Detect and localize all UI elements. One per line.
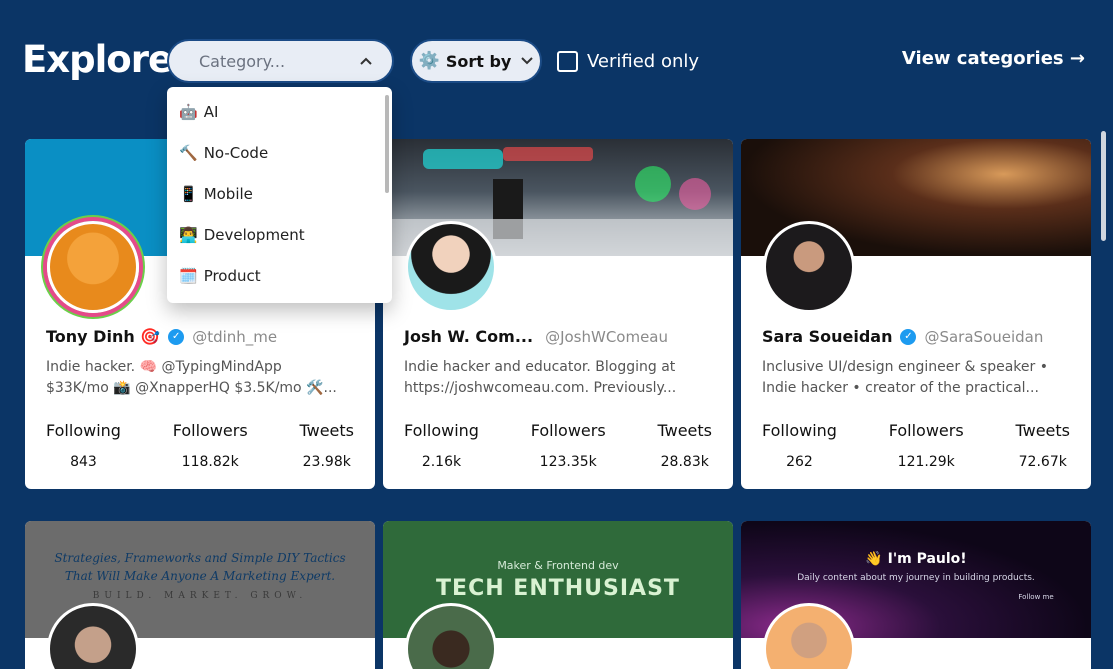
- profile-handle[interactable]: @JoshWComeau: [545, 328, 668, 346]
- gear-icon: ⚙️: [418, 51, 440, 71]
- chevron-up-icon: [360, 57, 372, 65]
- view-categories-link[interactable]: View categories →: [902, 48, 1085, 69]
- banner-text: TECH ENTHUSIAST: [436, 576, 680, 601]
- profile-bio: Inclusive UI/design engineer & speaker •…: [762, 359, 1048, 396]
- dropdown-item-no-code[interactable]: 🔨 No-Code: [167, 132, 392, 173]
- dropdown-item-label: AI: [203, 102, 219, 121]
- sort-label: Sort by: [445, 51, 512, 71]
- robot-icon: 🤖: [179, 102, 198, 121]
- page-scrollbar[interactable]: [1101, 131, 1106, 241]
- profile-handle[interactable]: @tdinh_me: [192, 328, 277, 346]
- profile-name: Tony Dinh 🎯: [46, 327, 161, 346]
- category-dropdown: 🤖 AI 🔨 No-Code 📱 Mobile 👨‍💻 Development …: [167, 87, 392, 303]
- hammer-icon: 🔨: [179, 143, 198, 162]
- banner-text: 👋 I'm Paulo!: [865, 551, 967, 567]
- page-title: Explore: [22, 38, 173, 81]
- profile-bio: Indie hacker and educator. Blogging at h…: [404, 359, 677, 396]
- profile-name: Sara Soueidan: [762, 327, 893, 346]
- verified-only-toggle[interactable]: Verified only: [557, 48, 699, 74]
- following-count: 843: [70, 454, 97, 470]
- sort-button[interactable]: ⚙️ Sort by: [410, 39, 542, 83]
- dropdown-scrollbar[interactable]: [385, 95, 389, 193]
- verified-checkbox[interactable]: [557, 50, 578, 72]
- profile-card[interactable]: Josh W. Com... @JoshWComeau Indie hacker…: [383, 139, 733, 489]
- profile-card[interactable]: Maker & Frontend dev TECH ENTHUSIAST: [383, 521, 733, 669]
- followers-count: 121.29k: [897, 454, 955, 470]
- developer-icon: 👨‍💻: [179, 225, 198, 244]
- following-label: Following: [46, 421, 121, 440]
- dropdown-item-label: Mobile: [203, 184, 253, 203]
- category-placeholder: Category...: [199, 51, 286, 71]
- phone-icon: 📱: [179, 184, 198, 203]
- dropdown-item-label: Development: [203, 225, 305, 244]
- avatar: [763, 221, 855, 313]
- profile-handle[interactable]: @SaraSoueidan: [924, 328, 1043, 346]
- dropdown-item-product[interactable]: 🗓️ Product: [167, 255, 392, 296]
- following-label: Following: [762, 421, 837, 440]
- verified-label: Verified only: [587, 50, 700, 72]
- profile-card[interactable]: 👋 I'm Paulo! Daily content about my jour…: [741, 521, 1091, 669]
- following-label: Following: [404, 421, 479, 440]
- dropdown-item-mobile[interactable]: 📱 Mobile: [167, 173, 392, 214]
- profile-stats: Following 2.16k Followers 123.35k Tweets 28…: [404, 421, 712, 470]
- tweets-label: Tweets: [1015, 421, 1070, 440]
- banner-text: Follow me: [1018, 593, 1054, 601]
- dropdown-item-ai[interactable]: 🤖 AI: [167, 91, 392, 132]
- category-select[interactable]: Category...: [167, 39, 394, 83]
- profile-bio: Indie hacker. 🧠 @TypingMindApp $33K/mo 📸…: [46, 359, 337, 396]
- tweets-label: Tweets: [299, 421, 354, 440]
- verified-badge-icon: ✓: [900, 328, 917, 345]
- banner-text: Maker & Frontend dev: [497, 559, 619, 572]
- followers-label: Followers: [172, 421, 248, 440]
- followers-label: Followers: [530, 421, 606, 440]
- banner-text: That Will Make Anyone A Marketing Expert…: [64, 569, 336, 583]
- verified-badge-icon: ✓: [168, 328, 185, 345]
- dropdown-item-label: No-Code: [203, 143, 269, 162]
- avatar: [405, 221, 497, 313]
- profile-card[interactable]: Strategies, Frameworks and Simple DIY Ta…: [25, 521, 375, 669]
- profile-name: Josh W. Com...: [404, 327, 534, 346]
- tweets-count: 23.98k: [302, 454, 351, 470]
- dropdown-item-development[interactable]: 👨‍💻 Development: [167, 214, 392, 255]
- dropdown-item-label: Product: [203, 266, 261, 285]
- followers-count: 123.35k: [539, 454, 597, 470]
- avatar: [47, 221, 139, 313]
- tweets-count: 28.83k: [660, 454, 709, 470]
- profile-card[interactable]: Sara Soueidan ✓ @SaraSoueidan Inclusive …: [741, 139, 1091, 489]
- tweets-label: Tweets: [657, 421, 712, 440]
- following-count: 2.16k: [421, 454, 462, 470]
- followers-label: Followers: [888, 421, 964, 440]
- calendar-icon: 🗓️: [179, 266, 198, 285]
- tweets-count: 72.67k: [1018, 454, 1067, 470]
- following-count: 262: [786, 454, 813, 470]
- profile-stats: Following 843 Followers 118.82k Tweets 23.9…: [46, 421, 354, 470]
- banner-text: Daily content about my journey in buildi…: [797, 573, 1035, 583]
- chevron-down-icon: [521, 57, 534, 65]
- banner-text: BUILD. MARKET. GROW.: [92, 591, 308, 601]
- followers-count: 118.82k: [181, 454, 239, 470]
- profile-stats: Following 262 Followers 121.29k Tweets 72.6…: [762, 421, 1070, 470]
- banner-text: Strategies, Frameworks and Simple DIY Ta…: [54, 551, 346, 565]
